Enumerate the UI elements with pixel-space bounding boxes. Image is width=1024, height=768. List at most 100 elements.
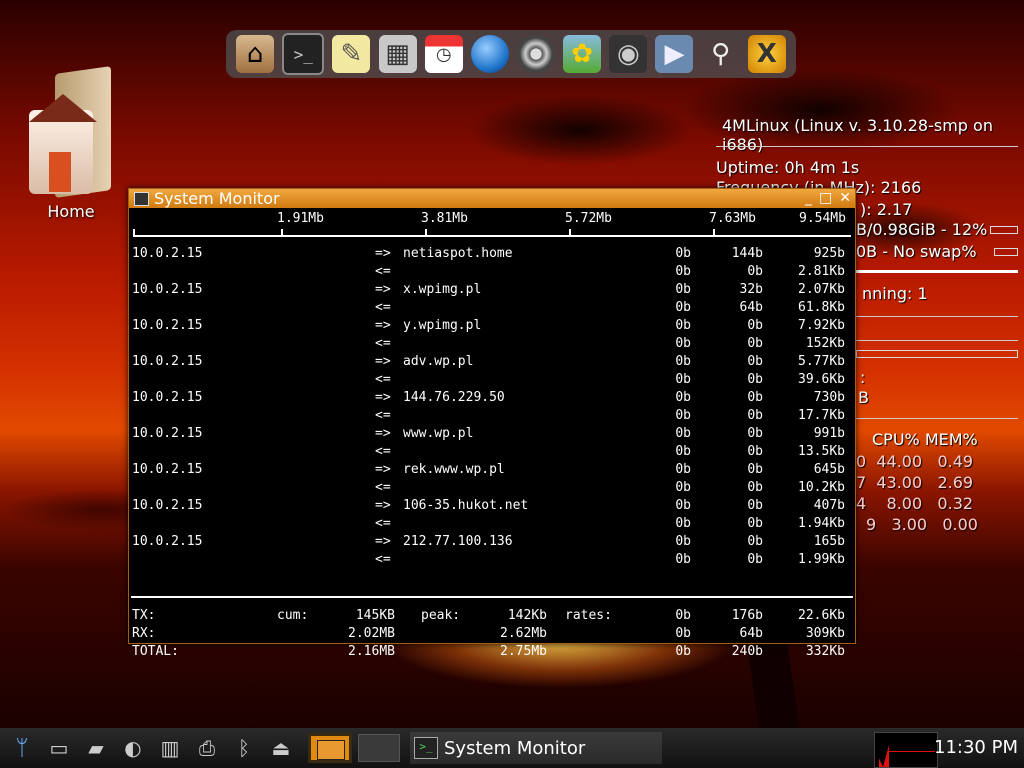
maximize-button[interactable]: □ (819, 189, 832, 208)
start-menu-icon[interactable]: ᛘ (7, 733, 37, 763)
connection-out-row[interactable]: 10.0.2.15 => www.wp.pl 0b 0b 991b (129, 425, 855, 443)
destination-host: 144.76.229.50 (403, 390, 505, 405)
conky-divider (716, 146, 1018, 147)
rate-2s: 0b (675, 246, 691, 261)
taskbar-item-system-monitor[interactable]: >_ System Monitor (410, 732, 662, 764)
terminal-icon: >_ (414, 737, 438, 759)
text-editor-icon[interactable]: ✎ (332, 35, 371, 73)
system-monitor-window: System Monitor _ □ ✕ 1.91Mb 3.81Mb 5.72M… (128, 188, 856, 659)
close-button[interactable]: ✕ (839, 189, 851, 208)
arrow-in: <= (375, 408, 391, 423)
calculator-icon[interactable]: ▦ (378, 35, 417, 73)
camera-icon[interactable]: ◉ (609, 35, 648, 73)
clock[interactable]: 11:30 PM (934, 728, 1018, 768)
total-peak: 2.75Mb (500, 644, 547, 659)
workspace-1[interactable] (308, 733, 352, 763)
arrow-in: <= (375, 516, 391, 531)
video-camera-icon[interactable]: ▶ (655, 35, 694, 73)
source-host: 10.0.2.15 (132, 246, 203, 261)
rate-2s: 0b (675, 372, 691, 387)
connection-out-row[interactable]: 10.0.2.15 => rek.www.wp.pl 0b 0b 645b (129, 461, 855, 479)
connection-in-row[interactable]: <= 0b 0b 152Kb (129, 335, 855, 353)
connection-in-row[interactable]: <= 0b 0b 17.7Kb (129, 407, 855, 425)
bandwidth-scale: 1.91Mb 3.81Mb 5.72Mb 7.63Mb 9.54Mb (129, 211, 855, 231)
rate-40s: 17.7Kb (798, 408, 845, 423)
rate-2s: 0b (675, 516, 691, 531)
x-tools-icon[interactable]: X (747, 35, 786, 73)
rate-40s: 2.81Kb (798, 264, 845, 279)
connection-out-row[interactable]: 10.0.2.15 => y.wpimg.pl 0b 0b 7.92Kb (129, 317, 855, 335)
connection-in-row[interactable]: <= 0b 0b 10.2Kb (129, 479, 855, 497)
desktop-home-label: Home (47, 202, 95, 221)
connection-out-row[interactable]: 10.0.2.15 => 144.76.229.50 0b 0b 730b (129, 389, 855, 407)
connection-in-row[interactable]: <= 0b 0b 39.6Kb (129, 371, 855, 389)
workspace-2[interactable] (358, 734, 400, 762)
source-host: 10.0.2.15 (132, 534, 203, 549)
source-host: 10.0.2.15 (132, 498, 203, 513)
app-dock: ⌂ >_ ✎ ▦ ◷ ✿ ◉ ▶ ⚲ X (226, 30, 796, 78)
rate-2s: 0b (675, 480, 691, 495)
image-viewer-icon[interactable]: ✿ (563, 35, 602, 73)
rate-40s: 1.94Kb (798, 516, 845, 531)
minimize-button[interactable]: _ (805, 189, 812, 208)
conky-table-header: CPU% MEM% (872, 430, 978, 449)
eject-icon[interactable]: ⏏ (266, 733, 296, 763)
iftop-terminal[interactable]: 1.91Mb 3.81Mb 5.72Mb 7.63Mb 9.54Mb 10.0.… (129, 209, 855, 659)
scale-label: 9.54Mb (799, 211, 846, 226)
arrow-in: <= (375, 300, 391, 315)
media-player-icon[interactable] (517, 35, 556, 73)
total-cum: 2.16MB (348, 644, 395, 659)
rate-2s: 0b (675, 444, 691, 459)
total-row: TOTAL: 2.16MB 2.75Mb 0b 240b 332Kb (129, 643, 855, 661)
footer-separator (131, 596, 853, 598)
rx-row: RX: 2.02MB 2.62Mb 0b 64b 309Kb (129, 625, 855, 643)
web-browser-icon[interactable] (470, 35, 509, 73)
usb-drive-icon[interactable]: ▰ (81, 733, 111, 763)
rate-10s: 0b (747, 264, 763, 279)
connection-in-row[interactable]: <= 0b 0b 2.81Kb (129, 263, 855, 281)
conky-swap-bar (994, 248, 1018, 256)
calendar-icon[interactable]: ◷ (424, 35, 463, 73)
rate-10s: 0b (747, 462, 763, 477)
tx-cum: 145KB (355, 608, 395, 623)
rx-cum: 2.02MB (348, 626, 395, 641)
rate-40s: 61.8Kb (798, 300, 845, 315)
connection-out-row[interactable]: 10.0.2.15 => 212.77.100.136 0b 0b 165b (129, 533, 855, 551)
rate-2s: 0b (675, 408, 691, 423)
search-icon[interactable]: ⚲ (702, 35, 740, 73)
window-titlebar[interactable]: System Monitor _ □ ✕ (129, 189, 855, 208)
source-host: 10.0.2.15 (132, 282, 203, 297)
conky-swap: 0B - No swap% (856, 242, 977, 261)
arrow-out: => (375, 282, 391, 297)
taskbar: ᛘ ▭ ▰ ◐ ▥ ⎙ ᛒ ⏏ >_ System Monitor 11:30 … (0, 728, 1024, 768)
printer-icon[interactable]: ⎙ (192, 733, 222, 763)
rate-10s: 0b (747, 498, 763, 513)
conky-colon: : (860, 368, 866, 387)
bluetooth-icon[interactable]: ᛒ (229, 733, 259, 763)
mixer-icon[interactable]: ▥ (155, 733, 185, 763)
peak-label: peak: (421, 608, 461, 623)
connection-in-row[interactable]: <= 0b 0b 13.5Kb (129, 443, 855, 461)
rate-40s: 13.5Kb (798, 444, 845, 459)
connection-out-row[interactable]: 10.0.2.15 => x.wpimg.pl 0b 32b 2.07Kb (129, 281, 855, 299)
arrow-out: => (375, 246, 391, 261)
connection-in-row[interactable]: <= 0b 0b 1.94Kb (129, 515, 855, 533)
taskbar-item-label: System Monitor (444, 737, 586, 759)
conky-uptime: Uptime: 0h 4m 1s (716, 158, 860, 177)
show-desktop-icon[interactable]: ▭ (44, 733, 74, 763)
volume-icon[interactable]: ◐ (118, 733, 148, 763)
rate-2s: 0b (675, 498, 691, 513)
source-host: 10.0.2.15 (132, 426, 203, 441)
rate-2s: 0b (675, 264, 691, 279)
connection-out-row[interactable]: 10.0.2.15 => 106-35.hukot.net 0b 0b 407b (129, 497, 855, 515)
connection-in-row[interactable]: <= 0b 0b 1.99Kb (129, 551, 855, 569)
arrow-in: <= (375, 372, 391, 387)
connection-in-row[interactable]: <= 0b 64b 61.8Kb (129, 299, 855, 317)
home-folder-icon[interactable]: ⌂ (236, 35, 275, 73)
rate-10s: 0b (747, 372, 763, 387)
desktop-home-shortcut[interactable]: Home (26, 66, 116, 221)
connection-out-row[interactable]: 10.0.2.15 => netiaspot.home 0b 144b 925b (129, 245, 855, 263)
connection-out-row[interactable]: 10.0.2.15 => adv.wp.pl 0b 0b 5.77Kb (129, 353, 855, 371)
rate-2s: 0b (675, 462, 691, 477)
terminal-icon[interactable]: >_ (282, 33, 325, 75)
